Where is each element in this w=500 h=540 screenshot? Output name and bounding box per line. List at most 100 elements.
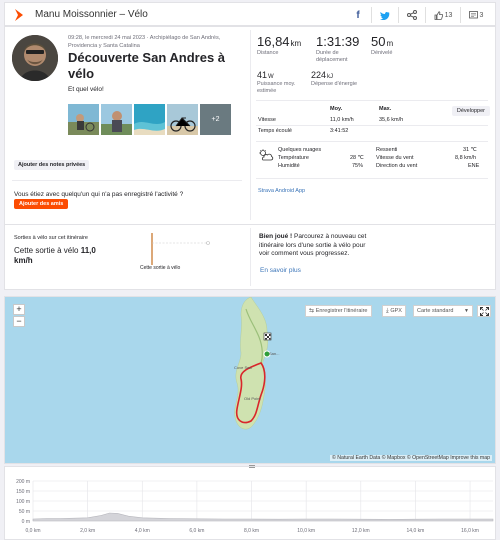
map-style-select[interactable]: Carte standard ▼: [413, 305, 473, 317]
group-question: Vous étiez avec quelqu'un qui n'a pas en…: [14, 191, 184, 198]
x-tick-label: 4,0 km: [135, 528, 150, 534]
photo-thumbnail[interactable]: [167, 104, 198, 135]
zoom-out-button[interactable]: −: [13, 316, 25, 327]
feels-like-label: Ressenti: [376, 147, 398, 153]
activity-owner-title: Manu Moissonnier – Vélo: [35, 9, 148, 20]
stat-elevation: 50m Dénivelé: [371, 34, 393, 57]
speed-max: 35,6 km/h: [379, 117, 404, 123]
elevation-chart[interactable]: 0 m 50 m 100 m 150 m 200 m 0,0 km 2,0 km 4,0 km…: [4, 465, 497, 540]
kudos-button[interactable]: 13: [428, 7, 458, 23]
power-label: Puissance moy. estimée: [257, 81, 296, 94]
stat-moving-time: 1:31:39 Durée de déplacement: [316, 34, 370, 63]
power-unit: W: [268, 74, 274, 80]
temperature-label: Température: [278, 155, 309, 161]
map-attribution[interactable]: © Natural Earth Data © Mapbox © OpenStre…: [330, 455, 492, 461]
humidity-label: Humidité: [278, 163, 300, 169]
add-private-notes-button[interactable]: Ajouter des notes privées: [14, 160, 90, 170]
fullscreen-icon: [479, 307, 489, 316]
more-photos-button[interactable]: +2: [200, 104, 231, 135]
y-tick-label: 100 m: [16, 499, 30, 505]
route-comparison-unit: km/h: [14, 256, 33, 265]
activity-date-location: 09:28, le mercredi 24 mai 2023 · Archipi…: [68, 35, 221, 49]
facebook-share-icon[interactable]: f: [347, 7, 369, 23]
more-photos-count: +2: [211, 116, 220, 123]
map-style-value: Carte standard: [417, 308, 454, 314]
y-tick-label: 0 m: [22, 519, 30, 525]
distance-unit: km: [290, 39, 302, 48]
learn-more-link[interactable]: En savoir plus: [260, 267, 301, 274]
weather-condition: Quelques nuages: [278, 147, 322, 153]
stat-power: 41W Puissance moy. estimée: [257, 70, 307, 94]
thumbs-up-icon: [434, 10, 443, 20]
comments-count: 3: [479, 11, 484, 19]
y-tick-label: 150 m: [16, 489, 30, 495]
energy-label: Dépense d'énergie: [311, 81, 358, 87]
strava-logo-icon[interactable]: [12, 8, 26, 22]
chevron-down-icon: ▼: [464, 308, 469, 314]
elevation-label: Dénivelé: [371, 50, 393, 56]
x-tick-label: 6,0 km: [189, 528, 204, 534]
power-value: 41: [257, 70, 268, 80]
gpx-download-button[interactable]: ⤓ GPX: [382, 305, 406, 317]
moving-time-value: 1:31:39: [316, 34, 360, 49]
page-title: Découverte San Andres à vélo: [68, 50, 226, 81]
twitter-share-icon[interactable]: [374, 7, 396, 23]
wind-speed-label: Vitesse du vent: [376, 155, 414, 161]
share-icon[interactable]: [401, 7, 423, 23]
route-comparison-value: 11,0: [80, 246, 96, 255]
route-comparison-label: Sorties à vélo sur cet itinéraire: [14, 235, 88, 241]
elevation-unit: m: [386, 39, 394, 48]
x-tick-label: 8,0 km: [244, 528, 259, 534]
route-comparison-text: Cette sortie à vélo 11,0 km/h: [14, 246, 119, 266]
device-link[interactable]: Strava Android App: [258, 188, 305, 194]
expand-details-button[interactable]: Développer: [451, 106, 490, 116]
wind-speed-value: 8,8 km/h: [455, 155, 477, 161]
gpx-label: GPX: [390, 308, 402, 314]
energy-value: 224: [311, 70, 327, 80]
distance-value: 16,84: [257, 34, 290, 49]
fullscreen-button[interactable]: [477, 305, 491, 317]
stat-distance: 16,84km Distance: [257, 34, 301, 57]
map-place-label: San...: [269, 351, 280, 356]
route-icon: ⇆: [309, 308, 316, 314]
add-friends-button[interactable]: Ajouter des amis: [14, 199, 69, 209]
partly-cloudy-icon: [259, 149, 274, 161]
comments-button[interactable]: 3: [463, 7, 489, 23]
map-place-label: Cove Sea: [234, 365, 252, 370]
stat-energy: 224kJ Dépense d'énergie: [311, 70, 361, 88]
kudos-count: 13: [444, 11, 453, 19]
avatar[interactable]: [12, 35, 58, 81]
save-route-label: Enregistrer l'itinéraire: [315, 308, 368, 314]
elevation-plot[interactable]: 0 m 50 m 100 m 150 m 200 m 0,0 km 2,0 km 4,0 km…: [5, 467, 497, 540]
save-route-button[interactable]: ⇆ Enregistrer l'itinéraire: [305, 305, 372, 317]
x-tick-label: 0,0 km: [25, 528, 40, 534]
elevation-area: [32, 512, 494, 522]
elapsed-label: Temps écoulé: [258, 128, 292, 134]
map-place-label: Old Point: [244, 396, 261, 401]
feels-like-value: 31 ℃: [463, 147, 477, 153]
energy-unit: kJ: [327, 74, 334, 80]
route-comparison-prefix: Cette sortie à vélo: [14, 246, 79, 255]
activity-description: Et quel vélo!: [68, 86, 104, 93]
elevation-value: 50: [371, 34, 386, 49]
col-max-header: Max.: [379, 106, 392, 112]
zoom-in-button[interactable]: +: [13, 304, 25, 315]
route-encouragement: Bien joué ! Parcourez à nouveau cet itin…: [259, 233, 369, 259]
x-tick-label: 14,0 km: [407, 528, 425, 534]
route-map[interactable]: San... Cove Sea Old Point + − ⇆ Enregist…: [4, 296, 496, 464]
elapsed-value: 3:41:52: [330, 128, 349, 134]
y-tick-label: 200 m: [16, 479, 30, 485]
photo-strip: +2: [68, 104, 231, 135]
photo-thumbnail[interactable]: [134, 104, 165, 135]
speed-label: Vitesse: [258, 117, 276, 123]
x-tick-label: 10,0 km: [297, 528, 315, 534]
map-canvas[interactable]: [5, 297, 496, 464]
wind-direction-value: ENE: [468, 163, 480, 169]
encouragement-bold: Bien joué !: [259, 233, 293, 240]
photo-thumbnail[interactable]: [101, 104, 132, 135]
humidity-value: 75%: [352, 163, 364, 169]
x-tick-label: 12,0 km: [352, 528, 370, 534]
moving-time-label: Durée de déplacement: [316, 50, 348, 63]
photo-thumbnail[interactable]: [68, 104, 99, 135]
col-avg-header: Moy.: [330, 106, 343, 112]
